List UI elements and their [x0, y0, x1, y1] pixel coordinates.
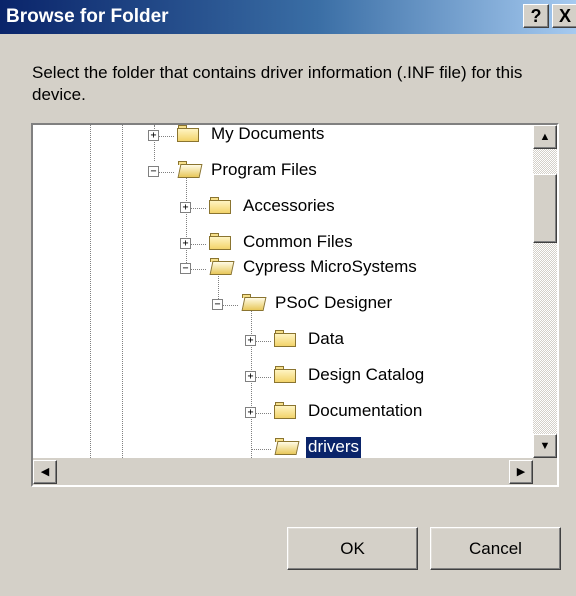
scroll-right-button[interactable]: ▶ [509, 460, 533, 484]
folder-icon [209, 233, 231, 250]
vertical-scroll-thumb[interactable] [533, 174, 557, 243]
cancel-button[interactable]: Cancel [430, 527, 561, 570]
horizontal-scrollbar[interactable] [33, 458, 533, 485]
scrollbar-corner [533, 458, 557, 485]
folder-open-icon [177, 161, 203, 178]
tree-node-label: PSoC Designer [275, 293, 393, 312]
scroll-left-button[interactable]: ◀ [33, 460, 57, 484]
folder-icon [274, 366, 296, 383]
tree-view[interactable]: + My Documents − Program Files + Accesso… [33, 125, 533, 458]
folder-icon [274, 402, 296, 419]
tree-node-label: My Documents [211, 125, 325, 143]
expand-icon[interactable]: + [180, 202, 191, 213]
expand-icon[interactable]: + [148, 130, 159, 141]
ok-button[interactable]: OK [287, 527, 418, 570]
folder-open-icon [274, 438, 300, 455]
scroll-up-button[interactable]: ▲ [533, 125, 557, 149]
scroll-down-button[interactable]: ▼ [533, 434, 557, 458]
tree-node-label: Program Files [211, 160, 317, 179]
collapse-icon[interactable]: − [212, 299, 223, 310]
folder-icon [274, 330, 296, 347]
collapse-icon[interactable]: − [148, 166, 159, 177]
tree-node-label: Documentation [308, 401, 423, 420]
horizontal-scroll-thumb[interactable] [57, 460, 509, 483]
close-button[interactable]: X [552, 4, 576, 28]
instruction-text: Select the folder that contains driver i… [32, 63, 523, 104]
window-title: Browse for Folder [6, 6, 169, 27]
expand-icon[interactable]: + [245, 371, 256, 382]
folder-icon [209, 197, 231, 214]
expand-icon[interactable]: + [245, 407, 256, 418]
tree-node-label-selected: drivers [304, 436, 363, 458]
help-button[interactable]: ? [523, 4, 549, 28]
folder-open-icon [209, 258, 235, 275]
tree-node-label: Common Files [243, 232, 353, 251]
tree-node-label: Design Catalog [308, 365, 425, 384]
folder-tree[interactable]: + My Documents − Program Files + Accesso… [31, 123, 559, 487]
collapse-icon[interactable]: − [180, 263, 191, 274]
expand-icon[interactable]: + [180, 238, 191, 249]
tree-node-label: Cypress MicroSystems [243, 257, 417, 276]
title-bar: Browse for Folder ? X [0, 0, 576, 34]
tree-node-label: Data [308, 329, 344, 348]
expand-icon[interactable]: + [245, 335, 256, 346]
folder-open-icon [241, 294, 267, 311]
tree-node-label: Accessories [243, 196, 335, 215]
folder-icon [177, 125, 199, 142]
